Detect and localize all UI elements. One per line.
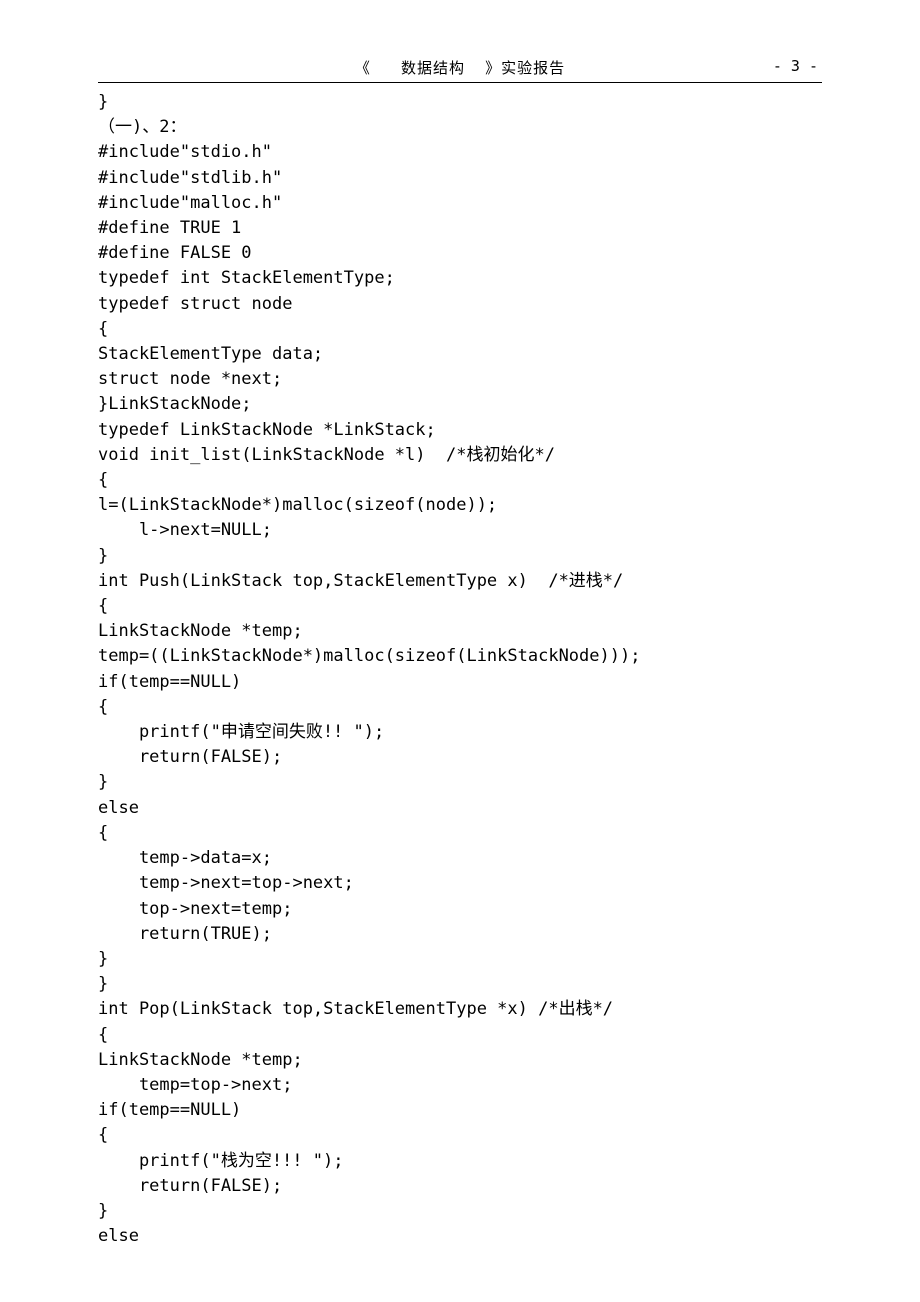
title-left-bracket: 《 xyxy=(355,59,371,77)
code-line: temp=((LinkStackNode*)malloc(sizeof(Link… xyxy=(98,644,822,669)
code-line: l->next=NULL; xyxy=(98,518,822,543)
code-line: int Push(LinkStack top,StackElementType … xyxy=(98,569,822,594)
code-line: LinkStackNode *temp; xyxy=(98,619,822,644)
code-line: temp->data=x; xyxy=(98,846,822,871)
code-line: { xyxy=(98,317,822,342)
page-number: - 3 - xyxy=(773,57,818,75)
code-line: LinkStackNode *temp; xyxy=(98,1048,822,1073)
code-line: { xyxy=(98,594,822,619)
code-line: } xyxy=(98,90,822,115)
code-line: } xyxy=(98,544,822,569)
code-line: { xyxy=(98,695,822,720)
code-block: }（一)、2：#include"stdio.h"#include"stdlib.… xyxy=(98,90,822,1249)
code-line: { xyxy=(98,468,822,493)
code-line: struct node *next; xyxy=(98,367,822,392)
code-line: } xyxy=(98,972,822,997)
code-line: }LinkStackNode; xyxy=(98,392,822,417)
code-line: printf("栈为空!!! "); xyxy=(98,1149,822,1174)
code-line: if(temp==NULL) xyxy=(98,670,822,695)
title-right: 》实验报告 xyxy=(485,59,565,77)
code-line: { xyxy=(98,821,822,846)
code-line: return(FALSE); xyxy=(98,745,822,770)
code-line: else xyxy=(98,1224,822,1249)
code-line: #include"stdlib.h" xyxy=(98,166,822,191)
code-line: return(FALSE); xyxy=(98,1174,822,1199)
code-line: typedef LinkStackNode *LinkStack; xyxy=(98,418,822,443)
page-header: 《 数据结构 》实验报告 - 3 - xyxy=(98,55,822,83)
code-line: l=(LinkStackNode*)malloc(sizeof(node)); xyxy=(98,493,822,518)
title-mid: 数据结构 xyxy=(401,59,465,77)
code-line: printf("申请空间失败!! "); xyxy=(98,720,822,745)
code-line: （一)、2： xyxy=(98,115,822,140)
code-line: top->next=temp; xyxy=(98,897,822,922)
header-title: 《 数据结构 》实验报告 xyxy=(98,57,822,78)
code-line: typedef struct node xyxy=(98,292,822,317)
code-line: { xyxy=(98,1123,822,1148)
code-line: else xyxy=(98,796,822,821)
code-line: } xyxy=(98,770,822,795)
code-line: #include"malloc.h" xyxy=(98,191,822,216)
code-line: #define TRUE 1 xyxy=(98,216,822,241)
code-line: #define FALSE 0 xyxy=(98,241,822,266)
code-line: { xyxy=(98,1023,822,1048)
code-line: temp->next=top->next; xyxy=(98,871,822,896)
code-line: } xyxy=(98,947,822,972)
code-line: int Pop(LinkStack top,StackElementType *… xyxy=(98,997,822,1022)
code-line: void init_list(LinkStackNode *l) /*栈初始化*… xyxy=(98,443,822,468)
code-line: if(temp==NULL) xyxy=(98,1098,822,1123)
code-line: temp=top->next; xyxy=(98,1073,822,1098)
code-line: typedef int StackElementType; xyxy=(98,266,822,291)
code-line: StackElementType data; xyxy=(98,342,822,367)
code-line: #include"stdio.h" xyxy=(98,140,822,165)
code-line: return(TRUE); xyxy=(98,922,822,947)
code-line: } xyxy=(98,1199,822,1224)
